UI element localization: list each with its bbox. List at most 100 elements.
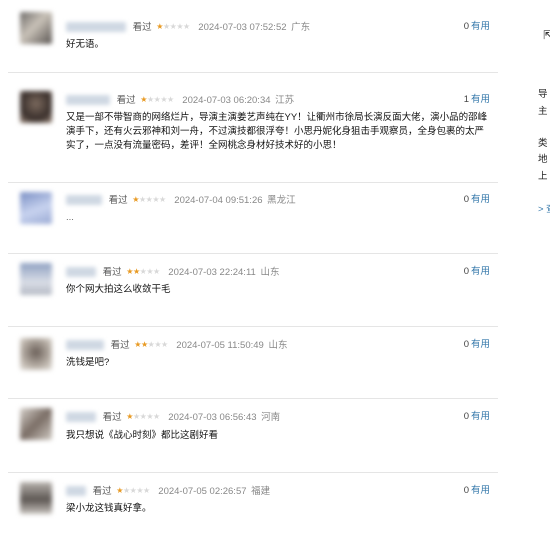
review-item: 看过 ★★★★★ 2024-07-03 22:24:11 山东 0 有用 你个网大…	[8, 253, 498, 327]
star-filled-icon: ★	[116, 486, 123, 495]
watched-label: 看过	[102, 412, 122, 423]
useful-label[interactable]: 有用	[471, 339, 490, 350]
username[interactable]	[66, 412, 96, 423]
star-empty-icon: ★	[160, 340, 168, 349]
rating-stars: ★★★★★	[126, 265, 160, 279]
review-location: 福建	[251, 486, 271, 497]
useful-label[interactable]: 有用	[471, 194, 490, 205]
review-item: 看过 ★★★★★ 2024-07-05 11:50:49 山东 0 有用 洗钱是吧…	[8, 326, 498, 399]
watched-label: 看过	[92, 486, 112, 497]
useful-label[interactable]: 有用	[471, 266, 490, 277]
useful-label[interactable]: 有用	[471, 411, 490, 422]
avatar[interactable]	[20, 482, 52, 514]
star-empty-icon: ★	[162, 22, 170, 31]
star-empty-icon: ★	[176, 22, 183, 31]
useful-button[interactable]: 0 有用	[464, 410, 490, 424]
review-meta: 看过 ★★★★★ 2024-07-04 09:51:26 黑龙江	[66, 193, 296, 207]
review-content: 好无语。	[66, 39, 105, 50]
review-meta: 看过 ★★★★★ 2024-07-03 06:56:43 河南	[66, 410, 280, 424]
sidebar-partial: ⇱ 导 主 类 地 上 > 查	[505, 0, 550, 534]
useful-button[interactable]: 0 有用	[464, 484, 490, 498]
rating-stars: ★★★★★	[156, 20, 190, 34]
star-empty-icon: ★	[154, 340, 161, 349]
rating-stars: ★★★★★	[132, 193, 166, 207]
useful-label[interactable]: 有用	[471, 485, 490, 496]
review-time: 2024-07-05 11:50:49	[176, 340, 264, 351]
review-content: 我只想说《战心时刻》都比这剧好看	[66, 430, 219, 441]
useful-button[interactable]: 1 有用	[464, 93, 490, 107]
sidebar-link[interactable]: > 查	[538, 201, 550, 215]
expand-icon[interactable]: ⇱	[543, 28, 550, 42]
star-empty-icon: ★	[152, 195, 159, 204]
star-filled-icon: ★	[140, 95, 147, 104]
star-empty-icon: ★	[132, 412, 140, 421]
review-item: 看过 ★★★★★ 2024-07-04 09:51:26 黑龙江 0 有用 ...	[8, 182, 498, 254]
star-filled-icon: ★	[132, 267, 140, 276]
watched-label: 看过	[110, 340, 130, 351]
useful-label[interactable]: 有用	[471, 94, 490, 105]
avatar[interactable]	[20, 91, 52, 123]
avatar[interactable]	[20, 338, 52, 370]
username[interactable]	[66, 95, 110, 106]
rating-stars: ★★★★★	[134, 338, 168, 352]
review-time: 2024-07-05 02:26:57	[158, 486, 247, 497]
useful-label[interactable]: 有用	[471, 21, 490, 32]
review-content: 洗钱是吧?	[66, 357, 110, 368]
review-location: 江苏	[275, 95, 295, 106]
watched-label: 看过	[108, 195, 128, 206]
useful-button[interactable]: 0 有用	[464, 193, 490, 207]
star-filled-icon: ★	[132, 195, 139, 204]
star-filled-icon: ★	[156, 22, 163, 31]
avatar[interactable]	[20, 263, 52, 295]
username[interactable]	[66, 22, 126, 33]
star-filled-icon: ★	[134, 340, 141, 349]
review-item: 看过 ★★★★★ 2024-07-03 07:52:52 广东 0 有用 好无语。	[8, 0, 498, 73]
useful-count: 1	[463, 94, 469, 105]
useful-button[interactable]: 0 有用	[464, 20, 490, 34]
star-empty-icon: ★	[146, 95, 154, 104]
username[interactable]	[66, 195, 102, 206]
useful-count: 0	[463, 21, 469, 32]
review-meta: 看过 ★★★★★ 2024-07-03 22:24:11 山东	[66, 265, 279, 279]
sidebar-text: 地	[538, 154, 548, 165]
star-filled-icon: ★	[140, 340, 148, 349]
review-content: 梁小龙这钱真好拿。	[66, 503, 152, 514]
rating-stars: ★★★★★	[140, 93, 174, 107]
review-location: 黑龙江	[267, 195, 296, 206]
username[interactable]	[66, 486, 86, 497]
review-meta: 看过 ★★★★★ 2024-07-05 02:26:57 福建	[66, 484, 270, 498]
review-time: 2024-07-03 07:52:52	[198, 22, 287, 33]
rating-stars: ★★★★★	[116, 484, 150, 498]
useful-button[interactable]: 0 有用	[464, 265, 490, 279]
username[interactable]	[66, 267, 96, 278]
review-meta: 看过 ★★★★★ 2024-07-03 07:52:52 广东	[66, 20, 310, 34]
username[interactable]	[66, 340, 104, 351]
review-meta: 看过 ★★★★★ 2024-07-03 06:20:34 江苏	[66, 93, 294, 107]
star-empty-icon: ★	[136, 486, 143, 495]
review-time: 2024-07-03 06:56:43	[168, 412, 257, 423]
review-item: 看过 ★★★★★ 2024-07-05 02:26:57 福建 0 有用 梁小龙这…	[8, 472, 498, 534]
star-empty-icon: ★	[142, 486, 150, 495]
avatar[interactable]	[20, 408, 52, 440]
review-content: 你个网大拍这么收敛干毛	[66, 284, 171, 295]
avatar[interactable]	[20, 192, 52, 224]
useful-button[interactable]: 0 有用	[464, 338, 490, 352]
review-time: 2024-07-04 09:51:26	[174, 195, 263, 206]
rating-stars: ★★★★★	[126, 410, 160, 424]
star-empty-icon: ★	[182, 22, 190, 31]
useful-count: 0	[463, 411, 469, 422]
review-location: 河南	[261, 412, 281, 423]
useful-count: 0	[463, 485, 469, 496]
review-location: 山东	[268, 340, 288, 351]
review-item: 看过 ★★★★★ 2024-07-03 06:20:34 江苏 1 有用 又是一部…	[8, 72, 498, 183]
avatar[interactable]	[20, 12, 52, 44]
watched-label: 看过	[116, 95, 136, 106]
star-empty-icon: ★	[166, 95, 174, 104]
sidebar-text: 主	[538, 106, 548, 117]
review-item: 看过 ★★★★★ 2024-07-03 06:56:43 河南 0 有用 我只想说…	[8, 398, 498, 473]
star-empty-icon: ★	[152, 267, 160, 276]
review-meta: 看过 ★★★★★ 2024-07-05 11:50:49 山东	[66, 338, 287, 352]
star-empty-icon: ★	[152, 412, 160, 421]
review-location: 山东	[260, 267, 280, 278]
review-time: 2024-07-03 06:20:34	[182, 95, 271, 106]
